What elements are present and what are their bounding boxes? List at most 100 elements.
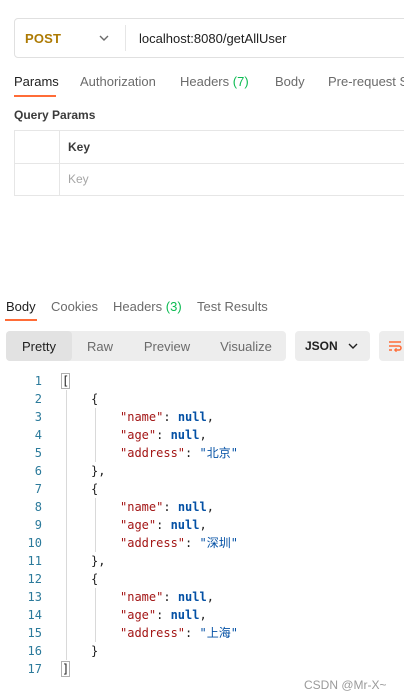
active-response-tab-indicator — [5, 319, 37, 321]
line-number: 14 — [27, 608, 42, 622]
tab-authorization-label: Authorization — [80, 74, 156, 89]
format-select[interactable]: JSON — [295, 331, 370, 361]
indent-guide — [95, 498, 96, 552]
json-value: null — [170, 428, 200, 442]
json-punctuation: : — [185, 536, 200, 550]
line-number: 11 — [27, 554, 42, 568]
indent-guide — [95, 408, 96, 462]
view-pretty-button[interactable]: Pretty — [6, 331, 72, 361]
json-key: "age" — [120, 518, 157, 532]
column-header-key: Key — [68, 140, 91, 154]
json-value: null — [177, 410, 207, 424]
json-punctuation: , — [199, 428, 207, 442]
json-value: null — [170, 518, 200, 532]
headers-count: (7) — [232, 74, 249, 89]
line-number: 3 — [34, 410, 42, 424]
wrap-lines-button[interactable] — [379, 331, 404, 361]
response-tab-cookies[interactable]: Cookies — [51, 299, 98, 314]
code-text: "age": null, — [120, 516, 207, 534]
code-line: 15 "address": "上海" — [0, 624, 404, 642]
line-number: 7 — [34, 482, 42, 496]
view-visualize-button[interactable]: Visualize — [208, 331, 284, 361]
json-key: "address" — [120, 626, 186, 640]
json-punctuation: ] — [60, 661, 71, 677]
tab-authorization[interactable]: Authorization — [80, 74, 156, 89]
code-text: }, — [91, 462, 105, 480]
format-label: JSON — [305, 339, 338, 353]
code-text: "name": null, — [120, 408, 214, 426]
code-line: 9 "age": null, — [0, 516, 404, 534]
code-line: 16} — [0, 642, 404, 660]
line-number: 16 — [27, 644, 42, 658]
code-text: "name": null, — [120, 588, 214, 606]
divider — [125, 25, 126, 51]
json-punctuation: } — [91, 644, 99, 658]
code-line: 7{ — [0, 480, 404, 498]
indent-guide — [95, 588, 96, 642]
code-line: 1[ — [0, 372, 404, 390]
tab-pre-request[interactable]: Pre-request S — [328, 74, 404, 89]
json-punctuation: : — [156, 428, 171, 442]
tab-headers-label: Headers — [180, 74, 230, 89]
tab-headers[interactable]: Headers (7) — [180, 74, 249, 89]
json-punctuation: }, — [91, 554, 106, 568]
code-line: 10 "address": "深圳" — [0, 534, 404, 552]
json-punctuation: , — [206, 410, 214, 424]
tab-body-label: Body — [275, 74, 305, 89]
json-value: null — [177, 590, 207, 604]
json-key: "address" — [120, 446, 186, 460]
response-tab-test-results[interactable]: Test Results — [197, 299, 268, 314]
tab-pre-request-label: Pre-request S — [328, 74, 404, 89]
code-line: 13 "name": null, — [0, 588, 404, 606]
json-punctuation: , — [199, 608, 207, 622]
json-punctuation: : — [156, 518, 171, 532]
json-punctuation: : — [185, 446, 200, 460]
line-number: 2 — [34, 392, 42, 406]
indent-guide — [66, 390, 67, 660]
json-key: "address" — [120, 536, 186, 550]
json-punctuation: : — [185, 626, 200, 640]
method-select[interactable]: POST — [15, 19, 125, 57]
active-tab-indicator — [14, 95, 56, 97]
line-number: 13 — [27, 590, 42, 604]
response-tab-headers[interactable]: Headers (3) — [113, 299, 182, 314]
line-number: 4 — [34, 428, 42, 442]
chevron-down-icon — [348, 343, 358, 349]
line-number: 8 — [34, 500, 42, 514]
view-raw-button[interactable]: Raw — [72, 331, 128, 361]
method-label: POST — [25, 30, 62, 46]
code-line: 2{ — [0, 390, 404, 408]
response-tab-body[interactable]: Body — [6, 299, 36, 314]
wrap-lines-icon — [389, 341, 402, 353]
json-punctuation: , — [206, 500, 214, 514]
tab-body[interactable]: Body — [275, 74, 305, 89]
code-text: "age": null, — [120, 606, 207, 624]
json-value: "上海" — [199, 626, 238, 640]
code-text: ] — [60, 660, 71, 678]
json-punctuation: : — [163, 500, 178, 514]
json-punctuation: { — [91, 572, 99, 586]
code-line: 3 "name": null, — [0, 408, 404, 426]
json-value: "深圳" — [199, 536, 238, 550]
json-punctuation: : — [163, 410, 178, 424]
table-column-divider — [59, 130, 60, 196]
chevron-down-icon — [99, 35, 109, 41]
response-tab-test-results-label: Test Results — [197, 299, 268, 314]
param-key-input[interactable]: Key — [68, 172, 89, 186]
tab-params[interactable]: Params — [14, 74, 59, 89]
view-preview-button[interactable]: Preview — [132, 331, 202, 361]
code-text: "name": null, — [120, 498, 214, 516]
response-tab-headers-label: Headers — [113, 299, 163, 314]
code-text: } — [91, 642, 98, 660]
table-row-divider — [14, 163, 404, 164]
response-tab-cookies-label: Cookies — [51, 299, 98, 314]
code-text: { — [91, 570, 98, 588]
url-input[interactable]: localhost:8080/getAllUser — [139, 19, 286, 57]
code-text: }, — [91, 552, 105, 570]
json-punctuation: }, — [91, 464, 106, 478]
code-text: [ — [60, 372, 71, 390]
code-line: 14 "age": null, — [0, 606, 404, 624]
json-key: "age" — [120, 428, 157, 442]
code-text: { — [91, 480, 98, 498]
code-text: "age": null, — [120, 426, 207, 444]
